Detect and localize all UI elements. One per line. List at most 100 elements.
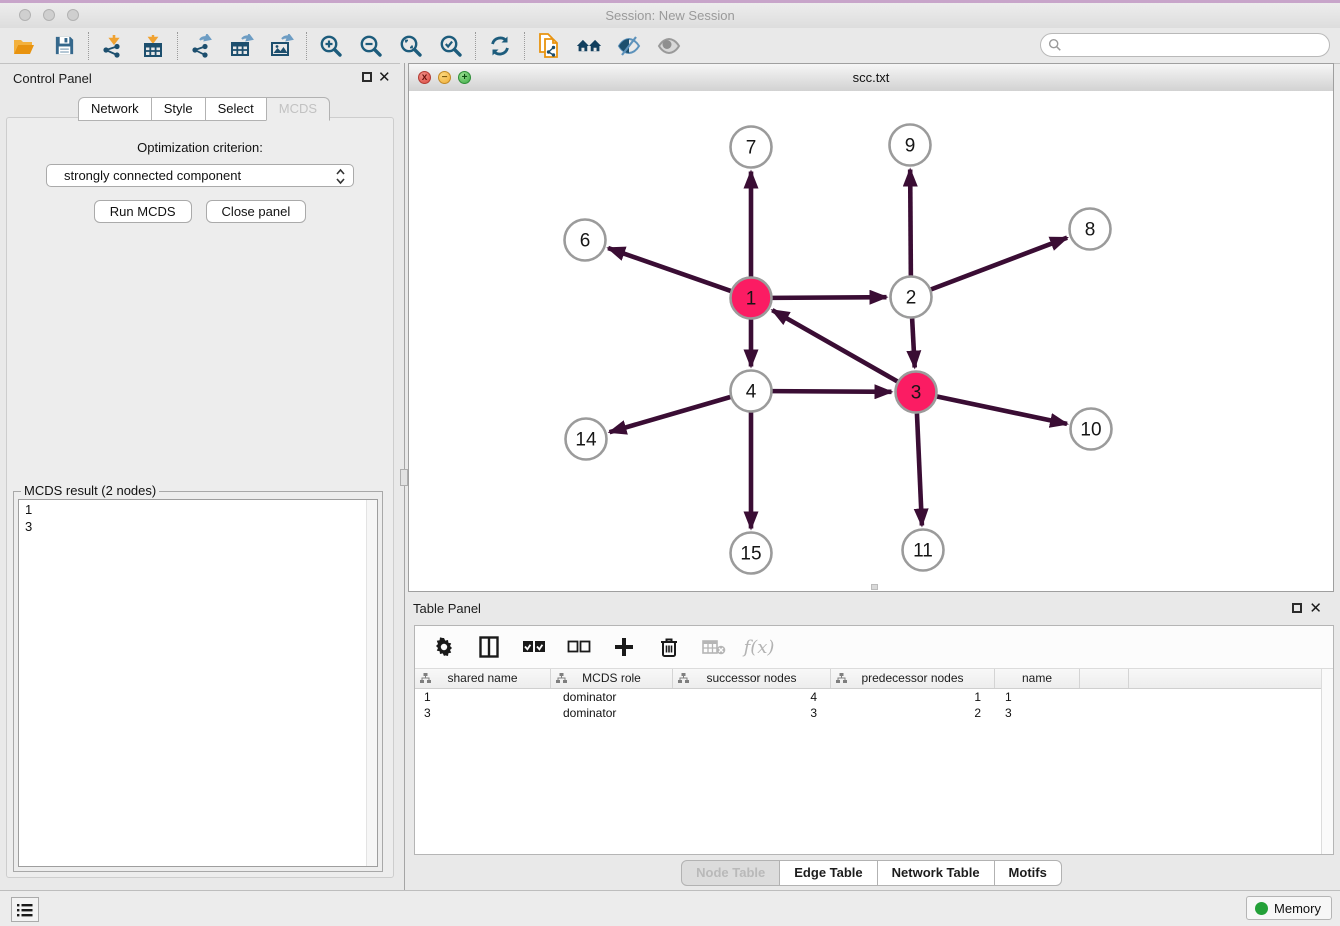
edge-2-9[interactable]	[910, 169, 911, 275]
tab-node-table[interactable]: Node Table	[681, 860, 780, 886]
tab-motifs[interactable]: Motifs	[994, 860, 1062, 886]
table-cell[interactable]: 4	[673, 689, 831, 705]
column-header-successor-nodes[interactable]: successor nodes	[673, 669, 831, 688]
close-panel-button[interactable]: Close panel	[206, 200, 307, 223]
column-header-name[interactable]: name	[995, 669, 1080, 688]
column-header-filler	[1080, 669, 1129, 688]
column-header-mcds-role[interactable]: MCDS role	[551, 669, 673, 688]
network-window-titlebar[interactable]: x − + scc.txt	[409, 64, 1333, 92]
save-session-button[interactable]	[51, 33, 77, 59]
table-toolbar: f(x)	[415, 626, 1333, 669]
create-column-button[interactable]	[612, 635, 636, 659]
export-image-icon	[269, 34, 295, 58]
close-panel-icon[interactable]: ✕	[378, 68, 391, 86]
hierarchy-icon	[836, 673, 847, 684]
tab-network[interactable]: Network	[78, 97, 152, 121]
node-label-7: 7	[746, 138, 757, 159]
list-icon	[17, 903, 33, 917]
search-icon	[1048, 38, 1062, 52]
table-cell[interactable]: 1	[831, 689, 995, 705]
delete-table-icon	[702, 639, 726, 655]
edge-4-14[interactable]	[610, 397, 731, 432]
edge-3-1[interactable]	[772, 310, 897, 381]
export-table-button[interactable]	[229, 33, 255, 59]
node-table-body[interactable]: 1dominator4113dominator323	[415, 689, 1322, 854]
table-cell[interactable]: 3	[673, 705, 831, 721]
memory-status-icon	[1255, 902, 1268, 915]
toggle-columns-button[interactable]	[477, 635, 501, 659]
tab-style[interactable]: Style	[151, 97, 206, 121]
export-image-button[interactable]	[269, 33, 295, 59]
zoom-in-button[interactable]	[318, 33, 344, 59]
task-history-button[interactable]	[11, 897, 39, 922]
column-header-shared-name[interactable]: shared name	[415, 669, 551, 688]
tab-select[interactable]: Select	[205, 97, 267, 121]
import-table-button[interactable]	[140, 33, 166, 59]
splitter-grip[interactable]	[400, 469, 408, 486]
vertical-splitter[interactable]	[400, 63, 408, 890]
table-panel-title: Table Panel	[413, 601, 481, 616]
edge-2-8[interactable]	[931, 238, 1067, 290]
column-label: name	[1022, 671, 1052, 685]
hide-selected-button[interactable]	[616, 33, 642, 59]
tab-mcds[interactable]: MCDS	[266, 97, 330, 121]
import-network-button[interactable]	[100, 33, 126, 59]
tab-edge-table[interactable]: Edge Table	[779, 860, 877, 886]
edge-3-10[interactable]	[937, 396, 1067, 423]
table-tabs: Node Table Edge Table Network Table Moti…	[408, 860, 1334, 886]
open-folder-icon	[12, 34, 36, 58]
node-label-1: 1	[746, 289, 757, 310]
view-group	[525, 33, 693, 59]
tab-network-table[interactable]: Network Table	[877, 860, 995, 886]
table-cell[interactable]: dominator	[551, 689, 673, 705]
table-cell[interactable]: 3	[415, 705, 551, 721]
table-settings-button[interactable]	[432, 635, 456, 659]
main-titlebar: Session: New Session	[0, 3, 1340, 29]
run-mcds-button[interactable]: Run MCDS	[94, 200, 192, 223]
table-row[interactable]: 1dominator411	[415, 689, 1322, 705]
column-header-predecessor-nodes[interactable]: predecessor nodes	[831, 669, 995, 688]
edge-4-3[interactable]	[772, 391, 891, 392]
show-all-button[interactable]	[656, 33, 682, 59]
edge-1-6[interactable]	[608, 248, 731, 291]
open-session-button[interactable]	[11, 33, 37, 59]
select-all-columns-button[interactable]	[522, 635, 546, 659]
zoom-fit-button[interactable]	[398, 33, 424, 59]
node-label-10: 10	[1080, 420, 1101, 441]
table-cell[interactable]: 3	[995, 705, 1080, 721]
first-neighbors-button[interactable]	[576, 33, 602, 59]
column-label: successor nodes	[706, 671, 796, 685]
float-panel-icon[interactable]	[362, 72, 372, 82]
edge-3-11[interactable]	[917, 413, 922, 525]
float-table-panel-icon[interactable]	[1292, 603, 1302, 613]
close-table-panel-icon[interactable]: ✕	[1309, 599, 1322, 617]
memory-button[interactable]: Memory	[1246, 896, 1332, 920]
column-header-rest	[1129, 669, 1322, 688]
table-cell[interactable]: 2	[831, 705, 995, 721]
zoom-in-icon	[318, 33, 344, 59]
refresh-button[interactable]	[487, 33, 513, 59]
result-scrollbar[interactable]	[366, 500, 377, 866]
export-network-button[interactable]	[189, 33, 215, 59]
network-canvas[interactable]: 7968124314101511	[409, 91, 1333, 591]
table-row[interactable]: 3dominator323	[415, 705, 1322, 721]
app-title: Session: New Session	[0, 8, 1340, 23]
network-graph[interactable]: 7968124314101511	[409, 91, 1333, 591]
table-cell[interactable]: 1	[995, 689, 1080, 705]
criterion-select[interactable]: strongly connected component	[46, 164, 354, 187]
deselect-all-columns-button[interactable]	[567, 635, 591, 659]
clone-network-button[interactable]	[536, 33, 562, 59]
edge-2-3[interactable]	[912, 318, 915, 367]
table-cell[interactable]: 1	[415, 689, 551, 705]
table-scrollbar[interactable]	[1321, 669, 1333, 854]
zoom-selected-button[interactable]	[438, 33, 464, 59]
search-input[interactable]	[1062, 36, 1329, 54]
delete-column-button[interactable]	[657, 635, 681, 659]
mcds-result-text[interactable]: 1 3	[18, 499, 378, 867]
refresh-group	[476, 33, 524, 59]
trash-icon	[660, 637, 678, 658]
zoom-out-button[interactable]	[358, 33, 384, 59]
canvas-grip[interactable]	[871, 584, 878, 590]
table-cell[interactable]: dominator	[551, 705, 673, 721]
edge-1-2[interactable]	[772, 297, 886, 298]
